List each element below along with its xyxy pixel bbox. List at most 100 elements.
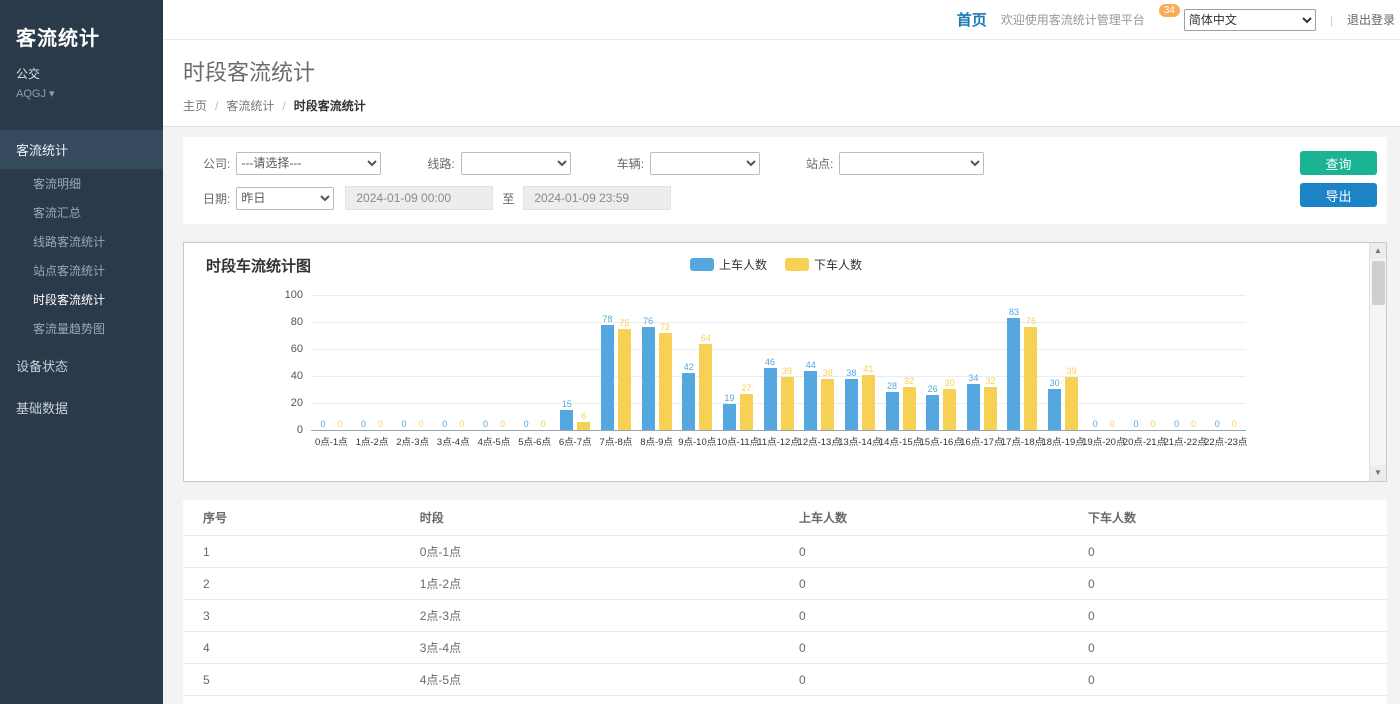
legend-item[interactable]: 上车人数 (690, 256, 767, 273)
bar-value-label: 0 (361, 419, 366, 429)
bar-value-label: 0 (1150, 419, 1155, 429)
x-tick-label: 20点-21点 (1123, 434, 1166, 448)
x-tick-label: 6点-7点 (559, 434, 592, 448)
date-label: 日期: (203, 190, 230, 207)
bar-value-label: 0 (500, 419, 505, 429)
breadcrumb: 主页/客流统计/时段客流统计 (183, 97, 1400, 114)
bar-group: 303918点-19点 (1043, 295, 1084, 448)
bar-value-label: 15 (562, 399, 572, 409)
scroll-up-icon[interactable]: ▲ (1370, 243, 1386, 259)
topbar-separator: | (1330, 13, 1333, 27)
sidebar-subitem[interactable]: 客流明细 (0, 169, 163, 198)
breadcrumb-item[interactable]: 客流统计 (226, 97, 274, 114)
user-name: AQGJ (16, 88, 46, 100)
sidebar-subitem[interactable]: 客流汇总 (0, 198, 163, 227)
table-cell: 0 (1080, 600, 1387, 632)
station-label: 站点: (806, 155, 833, 172)
date-start-input[interactable] (345, 186, 493, 210)
x-tick-label: 9点-10点 (678, 434, 716, 448)
sidebar-item[interactable]: 客流统计 (0, 130, 163, 169)
logout-link[interactable]: 退出登录 (1347, 11, 1395, 28)
line-select[interactable] (461, 152, 571, 175)
bar-group: 000点-1点 (311, 295, 352, 448)
bar (764, 368, 777, 430)
query-button[interactable]: 查询 (1300, 151, 1377, 175)
y-tick-label: 60 (291, 343, 303, 355)
y-tick-label: 20 (291, 397, 303, 409)
scrollbar-thumb[interactable] (1372, 261, 1385, 305)
legend-item[interactable]: 下车人数 (785, 256, 862, 273)
x-tick-label: 13点-14点 (838, 434, 881, 448)
bar-value-label: 83 (1009, 307, 1019, 317)
x-tick-label: 18点-19点 (1041, 434, 1084, 448)
filter-row-1: 公司: ---请选择--- 线路: 车辆: 站点: (203, 150, 1287, 176)
content: 公司: ---请选择--- 线路: 车辆: 站点: 日期: 昨日 (163, 127, 1400, 704)
table-row: 43点-4点00 (183, 632, 1387, 664)
scroll-down-icon[interactable]: ▼ (1370, 465, 1386, 481)
bar-value-label: 32 (904, 376, 914, 386)
table-row: 54点-5点00 (183, 664, 1387, 696)
date-end-input[interactable] (523, 186, 671, 210)
sidebar-subitem[interactable]: 时段客流统计 (0, 285, 163, 314)
table-cell: 4点-5点 (412, 664, 791, 696)
sidebar-header: 客流统计 公交 AQGJ ▾ (0, 0, 163, 100)
sidebar-item[interactable]: 基础数据 (0, 388, 163, 427)
sidebar-subitem[interactable]: 线路客流统计 (0, 227, 163, 256)
bar-group: 42649点-10点 (677, 295, 718, 448)
table-cell: 0 (791, 600, 1080, 632)
bar-group: 192710点-11点 (718, 295, 759, 448)
sidebar-subitem[interactable]: 站点客流统计 (0, 256, 163, 285)
bar-value-label: 0 (402, 419, 407, 429)
bar-value-label: 28 (887, 381, 897, 391)
x-tick-label: 22点-23点 (1204, 434, 1247, 448)
bar-group: 384113点-14点 (840, 295, 881, 448)
sidebar: 客流统计 公交 AQGJ ▾ 客流统计客流明细客流汇总线路客流统计站点客流统计时… (0, 0, 163, 704)
table-header-cell: 序号 (183, 500, 412, 536)
date-preset-select[interactable]: 昨日 (236, 187, 334, 210)
y-tick-label: 0 (297, 424, 303, 436)
data-table: 序号时段上车人数下车人数 10点-1点0021点-2点0032点-3点0043点… (183, 500, 1387, 704)
breadcrumb-item[interactable]: 主页 (183, 97, 207, 114)
y-tick-label: 40 (291, 370, 303, 382)
x-tick-label: 2点-3点 (396, 434, 429, 448)
chart-panel: 时段车流统计图 上车人数下车人数 020406080100 000点-1点001… (183, 242, 1387, 482)
notification-badge[interactable]: 34 (1159, 4, 1180, 17)
bar-value-label: 38 (823, 368, 833, 378)
app-root: 客流统计 公交 AQGJ ▾ 客流统计客流明细客流汇总线路客流统计站点客流统计时… (0, 0, 1400, 704)
x-tick-label: 1点-2点 (356, 434, 389, 448)
bar-value-label: 0 (524, 419, 529, 429)
table-cell: 0点-1点 (412, 536, 791, 568)
vehicle-select[interactable] (650, 152, 760, 175)
filter-panel: 公司: ---请选择--- 线路: 车辆: 站点: 日期: 昨日 (183, 137, 1387, 224)
x-tick-label: 7点-8点 (600, 434, 633, 448)
table-row: 21点-2点00 (183, 568, 1387, 600)
sidebar-item[interactable]: 设备状态 (0, 346, 163, 385)
bar-group: 001点-2点 (352, 295, 393, 448)
company-select[interactable]: ---请选择--- (236, 152, 381, 175)
sidebar-subitem[interactable]: 客流量趋势图 (0, 314, 163, 343)
bar-value-label: 0 (337, 419, 342, 429)
home-link[interactable]: 首页 (957, 9, 987, 30)
bar-value-label: 19 (724, 393, 734, 403)
table-cell: 0 (1080, 536, 1387, 568)
x-tick-label: 11点-12点 (757, 434, 800, 448)
table-cell: 1 (183, 536, 412, 568)
table-header-row: 序号时段上车人数下车人数 (183, 500, 1387, 536)
bar-value-label: 75 (619, 318, 629, 328)
language-select[interactable]: 简体中文 (1184, 9, 1316, 31)
topbar: 首页 欢迎使用客流统计管理平台 34 简体中文 | 退出登录 (163, 0, 1400, 40)
line-label: 线路: (427, 155, 454, 172)
station-select[interactable] (839, 152, 984, 175)
bar-value-label: 0 (320, 419, 325, 429)
chart-scrollbar[interactable]: ▲ ▼ (1369, 243, 1386, 481)
bar-group: 005点-6点 (514, 295, 555, 448)
x-tick-label: 16点-17点 (960, 434, 1003, 448)
bar-group: 837617点-18点 (1002, 295, 1043, 448)
y-tick-label: 100 (285, 289, 303, 301)
bar-value-label: 46 (765, 357, 775, 367)
table-cell: 4 (183, 632, 412, 664)
bar (642, 327, 655, 430)
user-dropdown[interactable]: AQGJ ▾ (16, 87, 147, 100)
export-button[interactable]: 导出 (1300, 183, 1377, 207)
legend-swatch-icon (690, 258, 714, 271)
